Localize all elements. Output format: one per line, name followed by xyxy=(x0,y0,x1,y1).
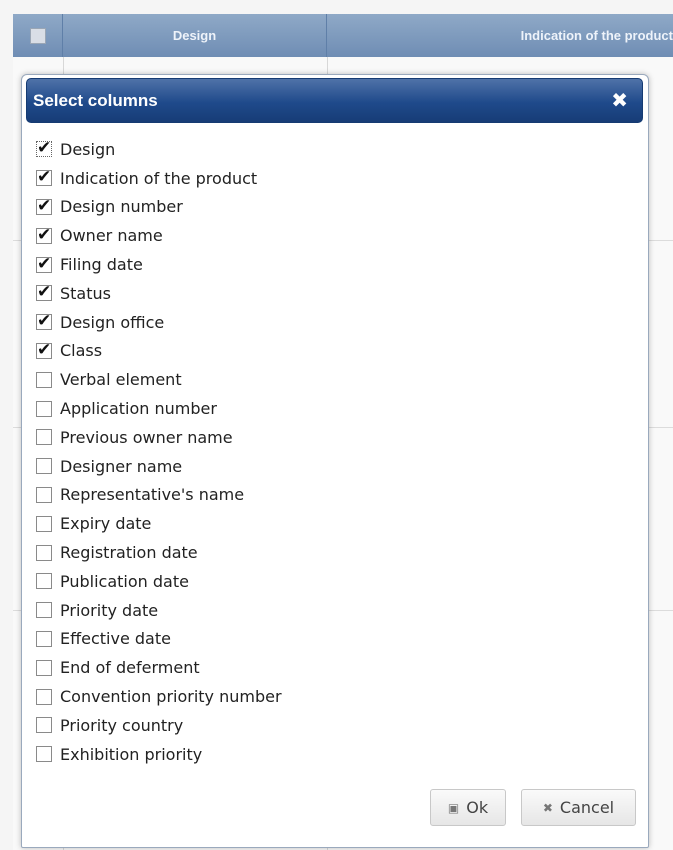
column-option[interactable]: Class xyxy=(36,337,282,366)
column-option-label: Designer name xyxy=(60,456,183,476)
dialog-titlebar[interactable]: Select columns ✖ xyxy=(26,78,643,123)
column-checkbox[interactable] xyxy=(36,371,52,388)
column-option[interactable]: Verbal element xyxy=(36,365,282,394)
column-checkbox[interactable] xyxy=(36,659,52,676)
column-checkbox[interactable] xyxy=(36,515,52,532)
column-option[interactable]: Exhibition priority xyxy=(36,740,282,769)
column-option[interactable]: Publication date xyxy=(36,567,282,596)
column-option-label: Effective date xyxy=(60,629,171,649)
cancel-label: Cancel xyxy=(559,798,615,817)
column-option[interactable]: Priority country xyxy=(36,711,282,740)
column-checkbox[interactable] xyxy=(36,167,52,187)
grid-header: Design Indication of the product xyxy=(13,14,673,58)
column-option-label: Priority country xyxy=(60,715,184,735)
column-option[interactable]: End of deferment xyxy=(36,653,282,682)
column-option-label: Status xyxy=(60,283,111,303)
column-checkbox[interactable] xyxy=(36,138,52,158)
column-option-label: Filing date xyxy=(60,255,143,275)
column-option-label: Design office xyxy=(60,312,165,332)
column-checkbox[interactable] xyxy=(36,196,52,216)
column-option[interactable]: Filing date xyxy=(36,250,282,279)
column-option-label: Exhibition priority xyxy=(60,744,203,764)
column-option[interactable]: Registration date xyxy=(36,538,282,567)
column-option-label: Design number xyxy=(60,197,183,217)
save-icon: ▣ xyxy=(447,800,460,815)
column-checkbox[interactable] xyxy=(36,340,52,360)
column-option-label: Priority date xyxy=(60,600,159,620)
column-checkbox[interactable] xyxy=(36,746,52,763)
column-option[interactable]: Application number xyxy=(36,394,282,423)
ok-label: Ok xyxy=(466,798,489,817)
column-checkbox[interactable] xyxy=(36,544,52,561)
column-checkbox-list: Design Indication of the product Design nu… xyxy=(36,135,282,769)
column-option-label: Class xyxy=(60,341,103,361)
column-option-label: End of deferment xyxy=(60,658,200,678)
column-option-label: Design xyxy=(60,139,116,159)
column-checkbox[interactable] xyxy=(36,602,52,619)
column-checkbox[interactable] xyxy=(36,717,52,734)
select-columns-dialog: Select columns ✖ Design Indication of the… xyxy=(21,74,649,848)
close-icon: ✖ xyxy=(542,800,553,815)
column-checkbox[interactable] xyxy=(36,630,52,647)
column-checkbox[interactable] xyxy=(36,458,52,475)
column-option[interactable]: Convention priority number xyxy=(36,682,282,711)
column-option[interactable]: Previous owner name xyxy=(36,423,282,452)
column-option[interactable]: Priority date xyxy=(36,596,282,625)
column-option[interactable]: Design office xyxy=(36,308,282,337)
cancel-button[interactable]: ✖ Cancel xyxy=(521,789,636,826)
select-all-checkbox[interactable] xyxy=(29,27,46,44)
column-option-label: Registration date xyxy=(60,543,198,563)
column-option[interactable]: Indication of the product xyxy=(36,164,282,193)
column-checkbox[interactable] xyxy=(36,688,52,705)
ok-button[interactable]: ▣ Ok xyxy=(430,789,506,826)
column-option-label: Indication of the product xyxy=(60,168,258,188)
column-option[interactable]: Designer name xyxy=(36,452,282,481)
column-option[interactable]: Status xyxy=(36,279,282,308)
column-option[interactable]: Owner name xyxy=(36,221,282,250)
column-checkbox[interactable] xyxy=(36,486,52,503)
column-checkbox[interactable] xyxy=(36,311,52,331)
dialog-title: Select columns xyxy=(33,91,158,110)
column-option-label: Publication date xyxy=(60,571,189,591)
column-option[interactable]: Design number xyxy=(36,193,282,222)
column-option[interactable]: Effective date xyxy=(36,625,282,654)
column-header-design[interactable]: Design xyxy=(63,14,327,57)
column-option[interactable]: Representative's name xyxy=(36,481,282,510)
column-option-label: Application number xyxy=(60,399,217,419)
close-icon[interactable]: ✖ xyxy=(611,88,628,112)
select-all-checkbox-cell[interactable] xyxy=(13,14,63,57)
column-option-label: Verbal element xyxy=(60,370,182,390)
column-checkbox[interactable] xyxy=(36,282,52,302)
column-option-label: Convention priority number xyxy=(60,687,282,707)
column-checkbox[interactable] xyxy=(36,225,52,245)
column-option[interactable]: Design xyxy=(36,135,282,164)
column-checkbox[interactable] xyxy=(36,429,52,446)
column-option-label: Previous owner name xyxy=(60,427,233,447)
column-option-label: Representative's name xyxy=(60,485,245,505)
column-option-label: Expiry date xyxy=(60,514,152,534)
column-checkbox[interactable] xyxy=(36,254,52,274)
column-checkbox[interactable] xyxy=(36,400,52,417)
column-header-indication[interactable]: Indication of the product xyxy=(327,14,673,57)
column-option-label: Owner name xyxy=(60,226,163,246)
column-checkbox[interactable] xyxy=(36,573,52,590)
column-option[interactable]: Expiry date xyxy=(36,509,282,538)
